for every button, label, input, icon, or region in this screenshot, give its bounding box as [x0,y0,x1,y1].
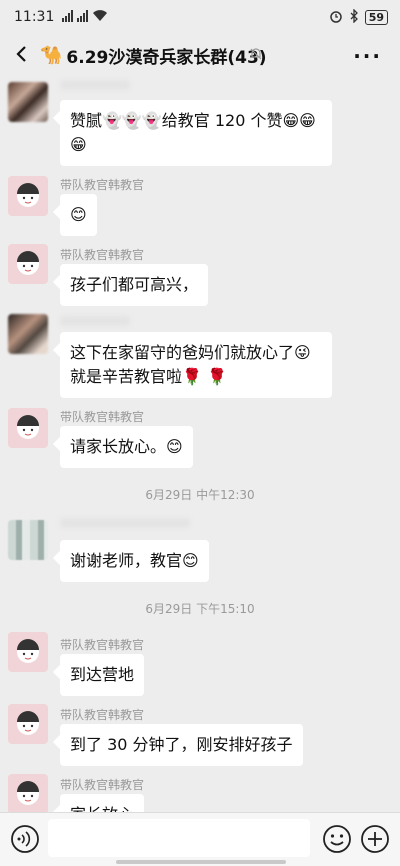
sender-name: 带队教官韩教官 [60,248,145,262]
sender-name-blurred [60,316,130,326]
message-bubble[interactable]: 请家长放心。😊 [60,426,193,468]
status-bar: 11:31 59 [0,0,400,34]
voice-input-icon[interactable] [10,824,40,854]
mute-icon [249,46,263,65]
message-bubble[interactable]: 赞腻👻👻👻给教官 120 个赞😁😁😁 [60,100,332,166]
group-name: 6.29沙漠奇兵家长群(43) [66,48,267,68]
avatar-instructor[interactable] [8,408,48,448]
message-bubble[interactable]: 孩子们都可高兴， [60,264,209,306]
message-bubble[interactable]: 到达营地 [60,654,145,696]
timestamp: 6月29日 中午12:30 [145,488,255,502]
avatar-instructor[interactable] [8,632,48,672]
message-input[interactable] [48,819,310,857]
sender-name: 带队教官韩教官 [60,708,145,722]
emoji-icon[interactable] [322,824,352,854]
wifi-icon [92,8,108,26]
avatar-instructor[interactable] [8,774,48,812]
signal-icon [62,10,90,25]
battery-icon: 59 [364,10,388,25]
chat-header: 🐪 6.29沙漠奇兵家长群(43) ··· [0,34,400,76]
status-time: 11:31 [14,9,55,25]
avatar-instructor[interactable] [8,704,48,744]
message-bubble[interactable]: 到了 30 分钟了，刚安排好孩子 [60,724,303,766]
chat-area[interactable]: 赞腻👻👻👻给教官 120 个赞😁😁😁 带队教官韩教官 😊 带队教官韩教官 孩子们… [0,76,400,812]
avatar[interactable] [8,82,48,122]
message-bubble[interactable]: 谢谢老师，教官😊 [60,540,209,582]
message-bubble[interactable]: 这下在家留守的爸妈们就放心了😜就是辛苦教官啦🌹 🌹 [60,332,332,398]
plus-icon[interactable] [360,824,390,854]
input-bar [0,812,400,866]
more-options-icon[interactable]: ··· [353,44,382,68]
sender-name: 带队教官韩教官 [60,638,145,652]
home-indicator [116,860,286,864]
timestamp: 6月29日 下午15:10 [145,602,255,616]
message-bubble[interactable]: 😊 [60,194,97,236]
avatar[interactable] [8,520,48,560]
sender-name: 带队教官韩教官 [60,410,145,424]
sender-name-blurred [60,518,190,528]
camel-icon: 🐪 [40,45,63,66]
avatar-instructor[interactable] [8,244,48,284]
sender-name: 带队教官韩教官 [60,778,145,792]
sender-name-blurred [60,80,130,90]
avatar[interactable] [8,314,48,354]
back-icon[interactable] [10,40,36,68]
sender-name: 带队教官韩教官 [60,178,145,192]
message-bubble[interactable]: 家长放心 [60,794,145,812]
alarm-icon [329,9,343,26]
chat-title: 🐪 6.29沙漠奇兵家长群(43) [40,43,267,68]
bluetooth-icon [349,8,359,26]
avatar-instructor[interactable] [8,176,48,216]
